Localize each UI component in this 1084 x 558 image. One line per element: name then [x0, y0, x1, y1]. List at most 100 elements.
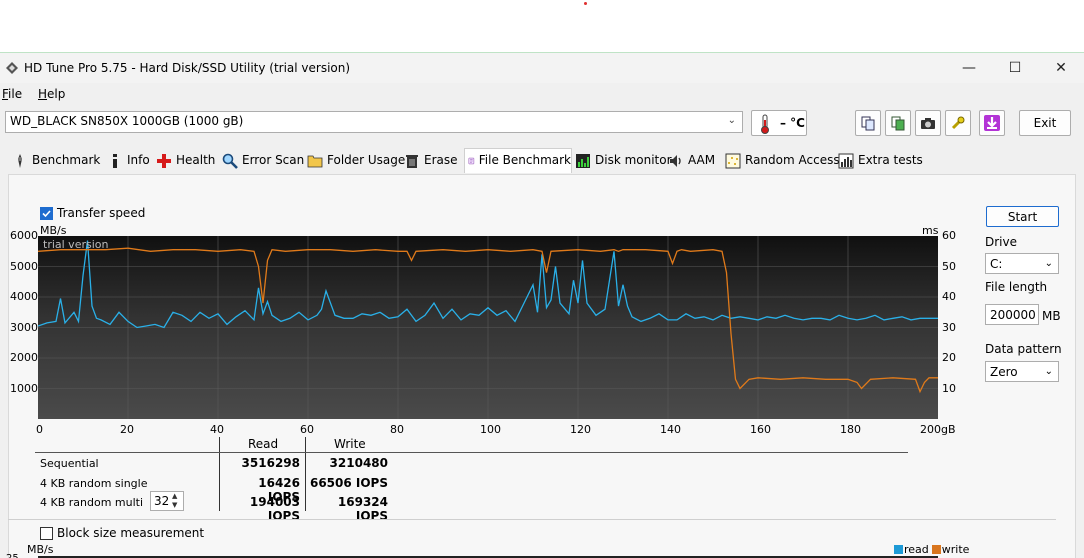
window-title: HD Tune Pro 5.75 - Hard Disk/SSD Utility…: [24, 61, 351, 75]
drive-select[interactable]: WD_BLACK SN850X 1000GB (1000 gB) ⌄: [5, 111, 743, 133]
temperature-value: – °C: [780, 116, 805, 130]
x-tick-label: 40: [210, 423, 224, 436]
stepper-up-icon[interactable]: ▲: [172, 492, 177, 501]
menu-help[interactable]: Help: [38, 87, 65, 101]
x-tick-label: 20: [120, 423, 134, 436]
tab-label: Error Scan: [242, 153, 305, 167]
health-icon: [157, 154, 171, 168]
exit-button[interactable]: Exit: [1019, 110, 1071, 136]
copy-info-button[interactable]: [855, 110, 881, 136]
y-right-tick-label: 30: [942, 320, 956, 334]
results-header-write: Write: [334, 437, 366, 451]
tab-erase[interactable]: Erase: [404, 150, 458, 172]
row-label-4kb-single: 4 KB random single: [40, 477, 148, 490]
tab-label: Disk monitor: [595, 153, 672, 167]
block-size-label: Block size measurement: [57, 526, 205, 540]
block-size-checkbox[interactable]: Block size measurement: [40, 526, 204, 540]
erase-icon: [406, 155, 418, 168]
camera-icon: [921, 118, 935, 129]
disk-monitor-icon: [576, 154, 590, 168]
stepper-down-icon[interactable]: ▼: [172, 501, 177, 510]
sequential-read-value: 3516298: [241, 456, 300, 470]
tab-label: Erase: [424, 153, 458, 167]
x-tick-label: 180: [840, 423, 861, 436]
queue-depth-value: 32: [154, 494, 170, 508]
legend-write-label: write: [941, 543, 970, 556]
drive-letter-value: C:: [990, 257, 1003, 271]
transfer-speed-checkbox[interactable]: Transfer speed: [40, 206, 145, 220]
app-icon: [6, 62, 18, 74]
drive-label: Drive: [985, 235, 1017, 249]
x-tick-label: 140: [660, 423, 681, 436]
title-bar: HD Tune Pro 5.75 - Hard Disk/SSD Utility…: [0, 53, 1084, 83]
x-tick-label: 0: [36, 423, 43, 436]
chevron-down-icon: ⌄: [1044, 258, 1053, 269]
random-access-icon: [725, 153, 741, 169]
close-button[interactable]: ✕: [1038, 53, 1084, 83]
tab-label: Health: [176, 153, 216, 167]
queue-depth-stepper[interactable]: 32 ▲ ▼: [150, 491, 184, 511]
y-right-tick-label: 40: [942, 290, 956, 303]
x-tick-label: 100: [480, 423, 501, 436]
transfer-speed-label: Transfer speed: [57, 206, 146, 220]
options-button[interactable]: [945, 110, 971, 136]
y-right-tick-label: 10: [942, 381, 956, 395]
chevron-down-icon: ⌄: [1044, 366, 1053, 377]
tab-benchmark[interactable]: Benchmark: [12, 150, 100, 172]
tab-file-benchmark[interactable]: File Benchmark: [464, 148, 572, 173]
results-divider-2: [305, 437, 306, 511]
y-right-tick-label: 50: [942, 259, 956, 273]
tab-label: Info: [127, 153, 150, 167]
extra-tests-icon: [838, 153, 854, 169]
drive-select-value: WD_BLACK SN850X 1000GB (1000 gB): [10, 114, 244, 128]
4kb-single-write-value: 66506 IOPS: [309, 476, 388, 490]
results-header-rule: [35, 452, 908, 453]
x-tick-label: 160: [750, 423, 771, 436]
tab-info[interactable]: Info: [107, 150, 150, 172]
tab-error-scan[interactable]: Error Scan: [222, 150, 304, 172]
screenshot-button[interactable]: [915, 110, 941, 136]
file-length-value: 200000: [990, 308, 1036, 322]
tab-random-access[interactable]: Random Access: [725, 150, 840, 172]
tab-health[interactable]: Health: [156, 150, 215, 172]
menu-file-label: ile: [8, 87, 23, 101]
data-pattern-label: Data pattern: [985, 342, 1062, 356]
y-right-tick-label: 20: [942, 351, 956, 364]
wrench-icon: [951, 116, 965, 130]
x-tick-label: 120: [570, 423, 591, 436]
legend-read-label: read: [904, 543, 929, 556]
legend: read write: [894, 543, 969, 556]
save-button[interactable]: [979, 110, 1005, 136]
folder-icon: [307, 155, 323, 168]
copy-green-icon: [891, 116, 905, 131]
x-tick-label: 60: [300, 423, 314, 436]
maximize-button[interactable]: ☐: [992, 53, 1038, 83]
data-pattern-select[interactable]: Zero ⌄: [985, 361, 1059, 382]
minimize-button[interactable]: —: [946, 53, 992, 83]
start-button[interactable]: Start: [986, 206, 1059, 227]
info-icon: [113, 154, 117, 168]
data-pattern-value: Zero: [990, 365, 1018, 379]
chevron-down-icon: ⌄: [727, 115, 736, 126]
tab-folder-usage[interactable]: Folder Usage: [307, 150, 405, 172]
section-divider: [8, 519, 1056, 520]
app-window: HD Tune Pro 5.75 - Hard Disk/SSD Utility…: [0, 52, 1084, 558]
menu-help-label: elp: [47, 87, 66, 101]
drive-letter-select[interactable]: C: ⌄: [985, 253, 1059, 274]
x-tick-label: 80: [390, 423, 404, 436]
file-length-label: File length: [985, 280, 1048, 294]
tab-extra-tests[interactable]: Extra tests: [838, 150, 923, 172]
red-dot: [584, 2, 587, 5]
results-divider-1: [219, 437, 220, 511]
results-header-read: Read: [248, 437, 279, 451]
tab-aam[interactable]: AAM: [668, 150, 715, 172]
y-right-tick-label: 60: [942, 229, 956, 242]
row-label-4kb-multi: 4 KB random multi: [40, 496, 144, 509]
file-benchmark-icon: [468, 157, 475, 165]
copy-graph-button[interactable]: [885, 110, 911, 136]
menu-file[interactable]: File: [2, 87, 22, 101]
file-length-input[interactable]: 200000: [985, 304, 1039, 325]
row-label-sequential: Sequential: [40, 457, 99, 470]
tab-label: Benchmark: [32, 153, 101, 167]
tab-disk-monitor[interactable]: Disk monitor: [575, 150, 672, 172]
